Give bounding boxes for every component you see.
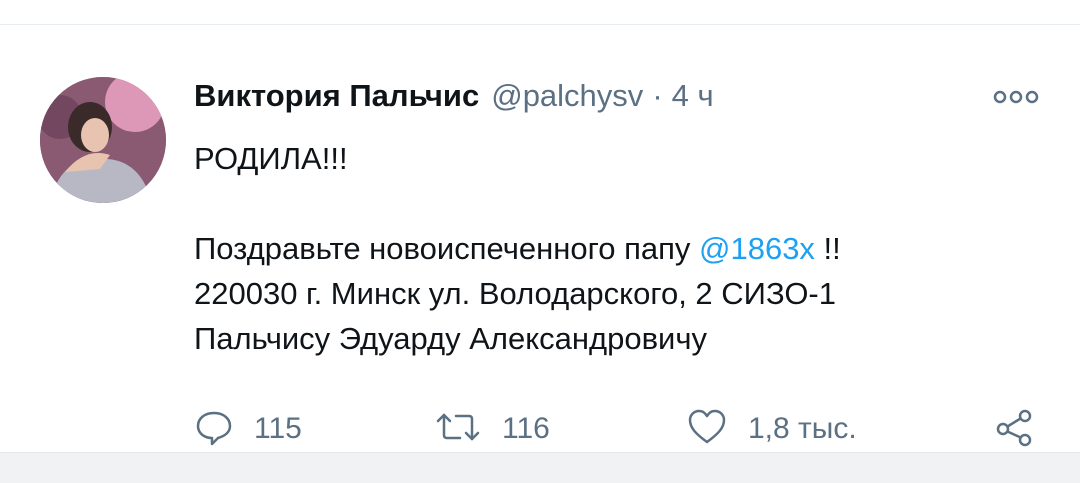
tweet[interactable]: Виктория Пальчис @palchysv · 4 ч РОДИЛА!… — [0, 25, 1080, 452]
share-icon — [994, 407, 1034, 452]
retweet-button[interactable]: 116 — [434, 405, 550, 453]
like-button[interactable]: 1,8 тыс. — [686, 405, 857, 453]
action-bar: 115 116 1,8 тыс. — [194, 405, 1044, 453]
timestamp[interactable]: 4 ч — [672, 78, 714, 114]
share-button[interactable] — [994, 405, 1034, 453]
tweet-text: РОДИЛА!!! Поздравьте новоиспеченного пап… — [194, 136, 1044, 361]
more-options-icon[interactable] — [992, 83, 1040, 111]
avatar[interactable] — [40, 77, 166, 203]
tweet-line-4: Пальчису Эдуарду Александровичу — [194, 321, 708, 356]
mention-link[interactable]: @1863x — [699, 231, 815, 266]
like-count: 1,8 тыс. — [748, 412, 857, 445]
tweet-header: Виктория Пальчис @palchysv · 4 ч — [194, 78, 714, 122]
header-separator: · — [652, 78, 663, 113]
tweet-line-2-suffix: !! — [814, 231, 841, 266]
bottom-divider-bar — [0, 452, 1080, 483]
author-name[interactable]: Виктория Пальчис — [194, 78, 479, 114]
heart-icon — [686, 407, 728, 452]
retweet-count: 116 — [502, 412, 550, 445]
reply-count: 115 — [254, 412, 302, 445]
tweet-line-2-text: Поздравьте новоиспеченного папу — [194, 231, 699, 266]
reply-button[interactable]: 115 — [194, 405, 302, 453]
tweet-line-2: Поздравьте новоиспеченного папу @1863x !… — [194, 226, 1044, 271]
avatar-image — [40, 77, 166, 203]
speech-bubble-icon — [194, 407, 234, 452]
author-handle[interactable]: @palchysv — [491, 78, 643, 114]
retweet-icon — [434, 407, 482, 452]
tweet-line-1: РОДИЛА!!! — [194, 141, 348, 176]
tweet-line-3: 220030 г. Минск ул. Володарского, 2 СИЗО… — [194, 276, 836, 311]
